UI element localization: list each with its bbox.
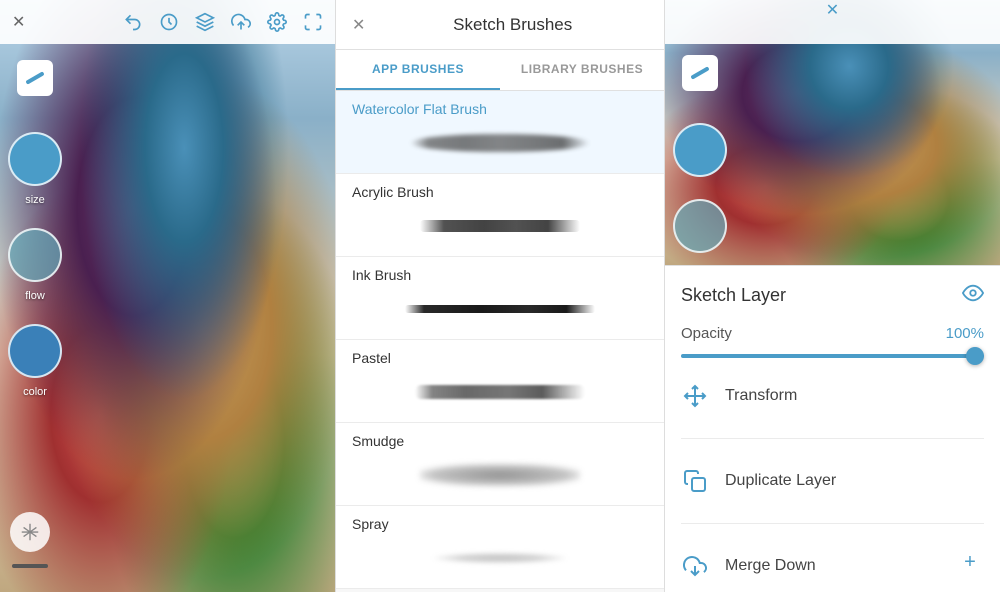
flow-control[interactable] xyxy=(8,228,62,282)
right-flow-control[interactable] xyxy=(673,199,727,253)
brush-name: Ink Brush xyxy=(352,267,648,283)
list-item[interactable]: Ink Brush xyxy=(336,257,664,340)
brush-tabs: APP BRUSHES LIBRARY BRUSHES xyxy=(336,50,664,91)
transform-icon xyxy=(681,382,709,410)
brush-preview xyxy=(352,372,648,412)
transform-label: Transform xyxy=(725,387,797,405)
list-item[interactable]: Acrylic Brush xyxy=(336,174,664,257)
brush-preview xyxy=(352,206,648,246)
list-item[interactable]: Smudge xyxy=(336,423,664,506)
brush-preview xyxy=(352,123,648,163)
flow-label: flow xyxy=(25,290,45,302)
right-close-button[interactable]: ✕ xyxy=(826,0,839,20)
brush-panel-title: Sketch Brushes xyxy=(377,15,648,35)
right-toolbar: ✕ xyxy=(665,0,1000,44)
opacity-row: Opacity 100% xyxy=(681,325,984,342)
stroke-width-indicator xyxy=(12,564,48,568)
stroke-acrylic xyxy=(420,220,580,232)
brush-panel-close-button[interactable]: ✕ xyxy=(352,15,365,35)
list-item[interactable]: Watercolor Flat Brush xyxy=(336,91,664,174)
fullscreen-button[interactable] xyxy=(303,12,323,32)
layer-actions: Transform Duplicate Layer xyxy=(681,382,984,592)
opacity-label: Opacity xyxy=(681,325,732,342)
opacity-thumb[interactable] xyxy=(966,347,984,365)
tab-library-brushes[interactable]: LIBRARY BRUSHES xyxy=(500,50,664,90)
brush-preview xyxy=(352,538,648,578)
left-side-tools: size flow color xyxy=(8,60,62,398)
brush-icon xyxy=(25,71,44,84)
brush-name: Smudge xyxy=(352,433,648,449)
right-side-tools xyxy=(673,55,727,253)
undo-button[interactable] xyxy=(123,12,143,32)
color-control[interactable] xyxy=(8,324,62,378)
brush-name: Acrylic Brush xyxy=(352,184,648,200)
merge-icon xyxy=(681,552,709,580)
brush-list: Watercolor Flat Brush Acrylic Brush Ink … xyxy=(336,91,664,592)
right-panel: ✕ xyxy=(665,0,1000,592)
upload-button[interactable] xyxy=(231,12,251,32)
layer-name-label: Sketch Layer xyxy=(681,285,786,306)
brush-panel-header: ✕ Sketch Brushes xyxy=(336,0,664,50)
right-brush-tool[interactable] xyxy=(682,55,718,91)
right-size-control[interactable] xyxy=(673,123,727,177)
brush-name: Spray xyxy=(352,516,648,532)
merge-down-action[interactable]: Merge Down xyxy=(681,552,984,580)
merge-label: Merge Down xyxy=(725,557,816,575)
layer-panel: Sketch Layer Opacity 100% xyxy=(665,265,1000,592)
fan-tool-button[interactable] xyxy=(10,512,50,552)
duplicate-icon xyxy=(681,467,709,495)
layer-panel-header: Sketch Layer xyxy=(681,282,984,309)
stroke-spray xyxy=(430,552,570,564)
stroke-watercolor xyxy=(410,134,590,152)
opacity-slider[interactable] xyxy=(681,354,984,358)
list-item[interactable]: Pastel xyxy=(336,340,664,423)
size-control[interactable] xyxy=(8,132,62,186)
brush-list-panel: ✕ Sketch Brushes APP BRUSHES LIBRARY BRU… xyxy=(335,0,665,592)
history-button[interactable] xyxy=(159,12,179,32)
size-label: size xyxy=(25,194,45,206)
stroke-ink xyxy=(405,305,595,313)
color-label: color xyxy=(23,386,47,398)
divider xyxy=(681,523,984,524)
duplicate-layer-action[interactable]: Duplicate Layer xyxy=(681,467,984,495)
brush-preview xyxy=(352,455,648,495)
brush-name: Watercolor Flat Brush xyxy=(352,101,648,117)
stroke-pastel xyxy=(415,385,585,399)
layers-button[interactable] xyxy=(195,12,215,32)
tab-app-brushes[interactable]: APP BRUSHES xyxy=(336,50,500,90)
transform-action[interactable]: Transform xyxy=(681,382,984,410)
brush-preview xyxy=(352,289,648,329)
add-layer-button[interactable]: + xyxy=(952,544,988,580)
opacity-value: 100% xyxy=(946,325,984,342)
right-brush-icon xyxy=(690,66,709,79)
divider xyxy=(681,438,984,439)
settings-button[interactable] xyxy=(267,12,287,32)
left-close-button[interactable]: ✕ xyxy=(12,12,25,32)
stroke-smudge xyxy=(420,464,580,486)
bottom-tools xyxy=(8,512,52,572)
brush-name: Pastel xyxy=(352,350,648,366)
layer-visibility-button[interactable] xyxy=(962,282,984,309)
left-drawing-panel: ✕ xyxy=(0,0,335,592)
brush-tool-indicator[interactable] xyxy=(17,60,53,96)
duplicate-label: Duplicate Layer xyxy=(725,472,836,490)
left-toolbar: ✕ xyxy=(0,0,335,44)
list-item[interactable]: Spray xyxy=(336,506,664,589)
